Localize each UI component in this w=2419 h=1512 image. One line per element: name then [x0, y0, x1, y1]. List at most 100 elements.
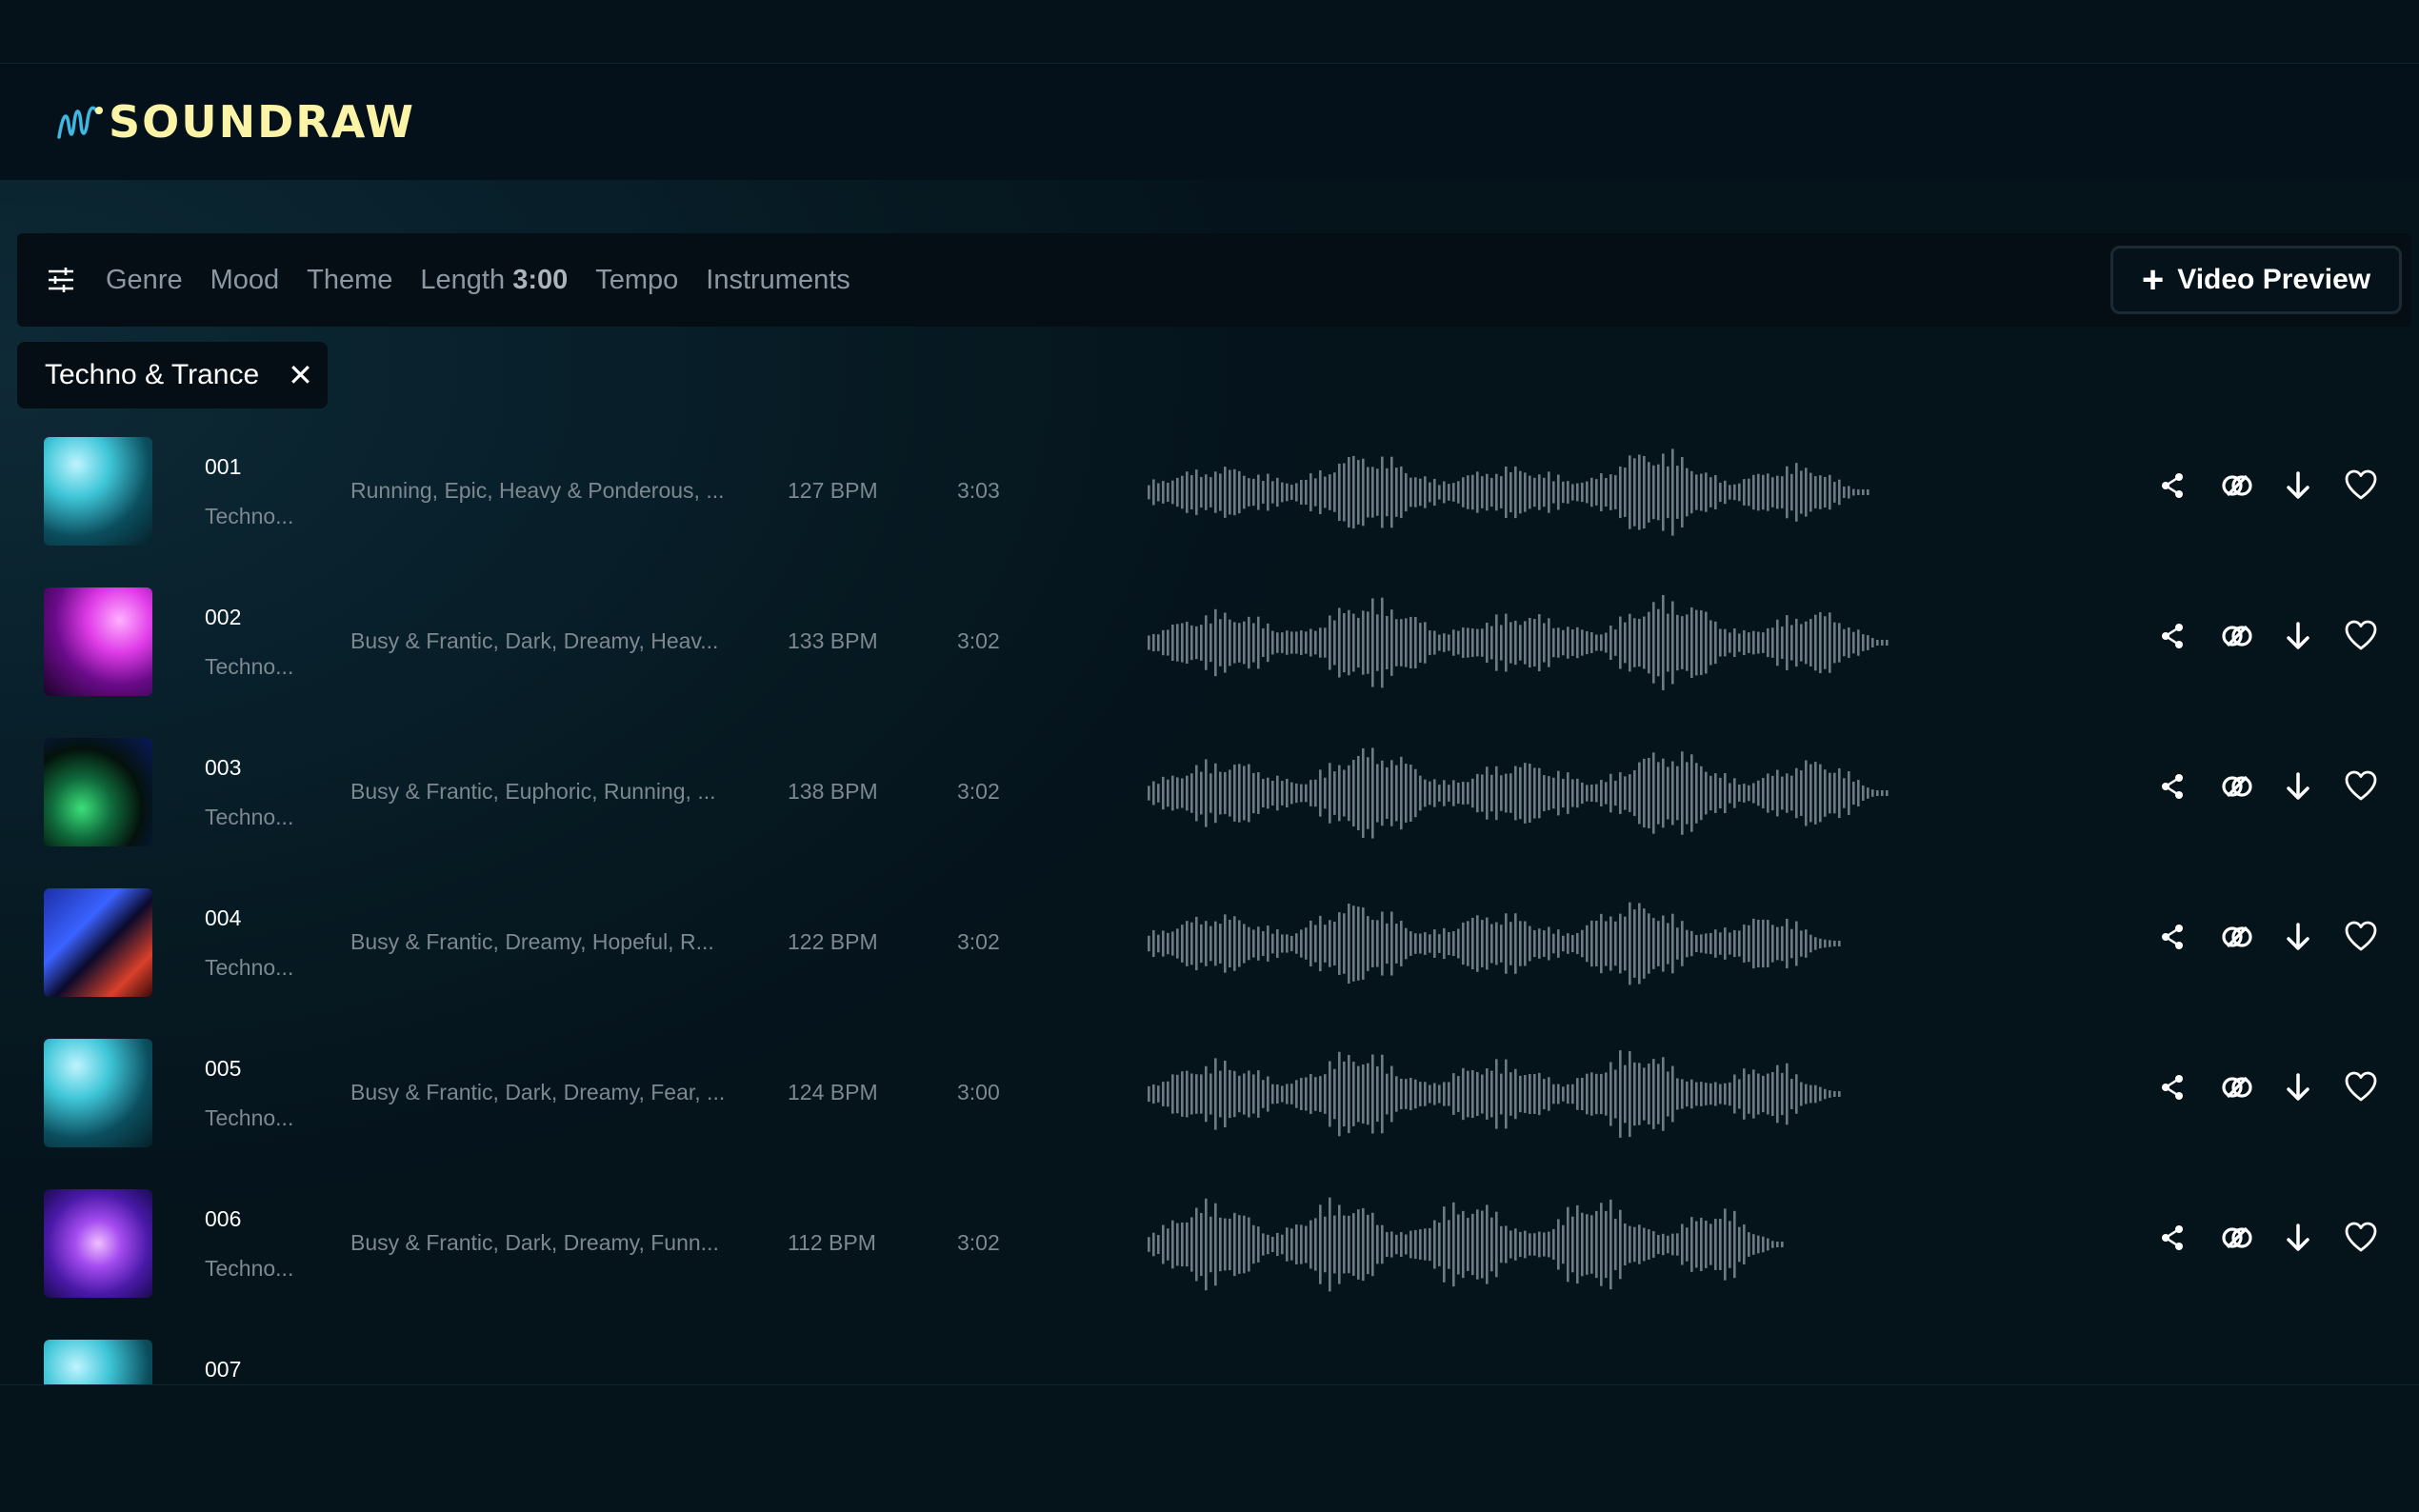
link-icon[interactable] [2215, 614, 2259, 658]
share-icon[interactable] [2150, 1216, 2194, 1260]
waveform-bar [1219, 924, 1222, 964]
close-icon[interactable]: ✕ [288, 357, 313, 393]
waveform[interactable] [1148, 445, 1909, 540]
track-thumbnail[interactable] [44, 437, 152, 546]
waveform-bar [1214, 921, 1217, 966]
waveform-bar [1314, 779, 1317, 807]
track-thumbnail[interactable] [44, 1039, 152, 1147]
waveform[interactable] [1148, 896, 1909, 991]
waveform-bar [1176, 477, 1179, 507]
waveform[interactable] [1148, 1046, 1909, 1142]
track-row[interactable]: 007 [17, 1328, 2411, 1384]
download-icon[interactable] [2276, 1216, 2320, 1260]
share-icon[interactable] [2150, 765, 2194, 808]
heart-icon[interactable] [2339, 464, 2383, 507]
share-icon[interactable] [2150, 614, 2194, 658]
waveform-bar [1776, 475, 1779, 509]
track-row[interactable]: 004 Techno... Busy & Frantic, Dreamy, Hope… [17, 877, 2411, 1029]
waveform-bar [1781, 925, 1784, 962]
waveform-bar [1543, 477, 1546, 507]
link-icon[interactable] [2215, 915, 2259, 959]
video-preview-button[interactable]: + Video Preview [2110, 246, 2402, 314]
waveform-bar [1281, 781, 1284, 806]
track-row[interactable]: 005 Techno... Busy & Frantic, Dark, Dreamy… [17, 1027, 2411, 1180]
waveform-bar [1757, 473, 1760, 511]
waveform-bar [1286, 778, 1289, 808]
filter-mood[interactable]: Mood [210, 265, 280, 296]
link-icon[interactable] [2215, 464, 2259, 507]
logo[interactable]: SOUNDRAW [55, 95, 415, 149]
track-row[interactable]: 001 Techno... Running, Epic, Heavy & Ponde… [17, 426, 2411, 578]
waveform-bar [1581, 629, 1584, 656]
waveform-bar [1667, 923, 1669, 965]
waveform-bar [1405, 764, 1408, 823]
share-icon[interactable] [2150, 1065, 2194, 1109]
track-thumbnail[interactable] [44, 587, 152, 696]
waveform-bar [1576, 627, 1579, 659]
waveform-bar [1490, 626, 1493, 660]
waveform-bar [1619, 1050, 1622, 1138]
sliders-icon[interactable] [44, 263, 78, 297]
waveform-bar [1614, 475, 1617, 509]
heart-icon[interactable] [2339, 915, 2383, 959]
waveform-bar [1633, 1226, 1636, 1263]
waveform[interactable] [1148, 595, 1909, 690]
waveform-bar [1219, 619, 1222, 666]
waveform-bar [1648, 758, 1650, 828]
waveform-bar [1148, 1237, 1150, 1252]
waveform-bar [1576, 1078, 1579, 1110]
track-row[interactable]: 006 Techno... Busy & Frantic, Dark, Dreamy… [17, 1178, 2411, 1330]
link-icon[interactable] [2215, 1216, 2259, 1260]
filter-theme[interactable]: Theme [307, 265, 392, 296]
waveform-bar [1714, 475, 1717, 509]
waveform-bar [1381, 456, 1384, 528]
waveform[interactable] [1148, 746, 1909, 841]
download-icon[interactable] [2276, 614, 2320, 658]
waveform-bar [1776, 1242, 1779, 1247]
share-icon[interactable] [2150, 915, 2194, 959]
track-thumbnail[interactable] [44, 738, 152, 846]
waveform-bar [1514, 766, 1517, 821]
waveform-bar [1414, 768, 1417, 818]
waveform-bar [1800, 1082, 1803, 1106]
waveform-bar [1833, 941, 1836, 946]
waveform-bar [1714, 773, 1717, 813]
track-thumbnail[interactable] [44, 1340, 152, 1384]
waveform-bar [1490, 924, 1493, 964]
track-row[interactable]: 002 Techno... Busy & Frantic, Dark, Dreamy… [17, 576, 2411, 728]
waveform-bar [1276, 632, 1279, 653]
track-row[interactable]: 003 Techno... Busy & Frantic, Euphoric, Ru… [17, 726, 2411, 879]
download-icon[interactable] [2276, 1065, 2320, 1109]
waveform-bar [1767, 773, 1769, 813]
track-number: 004 [205, 905, 242, 930]
share-icon[interactable] [2150, 464, 2194, 507]
filter-instruments[interactable]: Instruments [706, 265, 850, 296]
waveform-bar [1329, 474, 1331, 510]
download-icon[interactable] [2276, 464, 2320, 507]
heart-icon[interactable] [2339, 614, 2383, 658]
download-icon[interactable] [2276, 765, 2320, 808]
filter-length[interactable]: Length 3:00 [420, 265, 568, 296]
link-icon[interactable] [2215, 1065, 2259, 1109]
waveform-bar [1524, 1230, 1527, 1259]
waveform-bar [1529, 764, 1531, 823]
heart-icon[interactable] [2339, 1065, 2383, 1109]
waveform-bar [1486, 622, 1489, 664]
filter-genre[interactable]: Genre [106, 265, 183, 296]
waveform-bar [1195, 1207, 1198, 1282]
track-thumbnail[interactable] [44, 888, 152, 997]
waveform-bar [1729, 632, 1731, 653]
heart-icon[interactable] [2339, 1216, 2383, 1260]
heart-icon[interactable] [2339, 765, 2383, 808]
waveform[interactable] [1148, 1197, 1909, 1292]
filter-tempo[interactable]: Tempo [595, 265, 678, 296]
waveform-bar [1386, 923, 1389, 965]
waveform-bar [1333, 1068, 1336, 1120]
track-thumbnail[interactable] [44, 1189, 152, 1298]
waveform-bar [1752, 630, 1755, 655]
link-icon[interactable] [2215, 765, 2259, 808]
download-icon[interactable] [2276, 915, 2320, 959]
waveform-bar [1252, 1074, 1255, 1114]
active-filter-chip[interactable]: Techno & Trance ✕ [17, 342, 328, 408]
waveform-bar [1386, 766, 1389, 820]
